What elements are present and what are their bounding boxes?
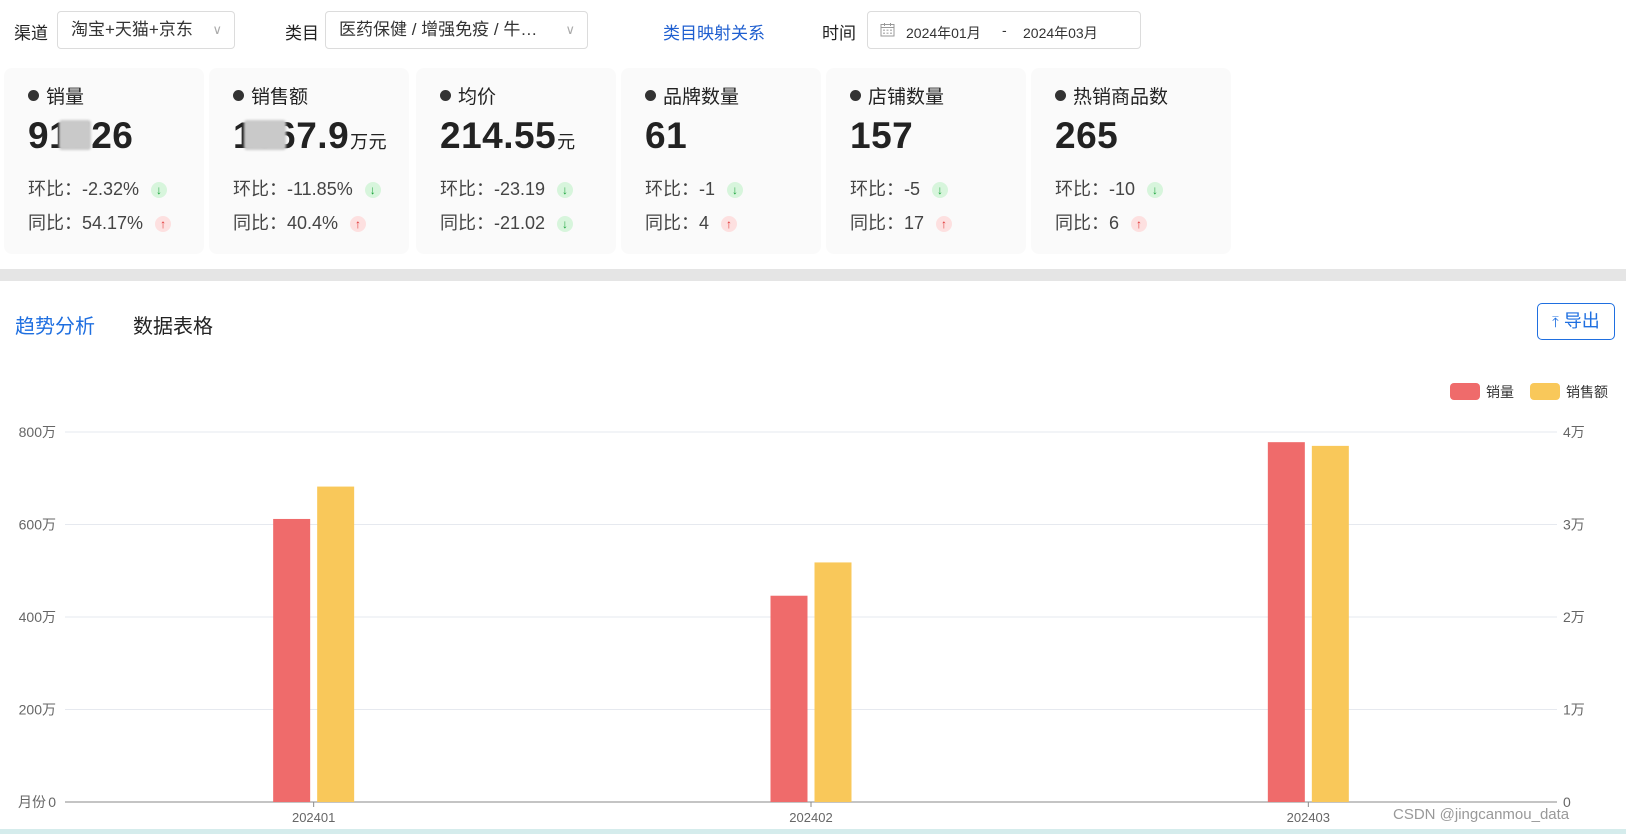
date-end[interactable]: 2024年03月	[1023, 23, 1098, 43]
x-axis-tick-label: 202401	[292, 810, 335, 825]
bar-sales-volume	[770, 595, 808, 802]
section-divider	[0, 269, 1626, 281]
category-value: 医药保健 / 增强免疫 / 牛…	[339, 20, 538, 39]
arrow-down-icon: ↓	[151, 182, 168, 198]
x-axis-tick-label: 202403	[1287, 810, 1330, 825]
export-label: 导出	[1563, 311, 1600, 331]
kpi-yoy: 同比：54.17%	[28, 213, 144, 233]
kpi-value: 157	[850, 115, 914, 156]
date-start[interactable]: 2024年01月	[906, 23, 981, 43]
kpi-title: 品牌数量	[663, 87, 740, 108]
arrow-up-icon: ↑	[350, 216, 367, 232]
export-button[interactable]: ⤒ 导出	[1537, 303, 1615, 340]
kpi-card-sales-volume: 销量 91726 环比：-2.32%↓ 同比：54.17%↑	[4, 68, 204, 254]
kpi-mom: 环比：-10	[1055, 179, 1136, 199]
kpi-yoy: 同比：40.4%	[233, 213, 339, 233]
bullet-icon	[1055, 90, 1066, 101]
kpi-mom: 环比：-23.19	[440, 179, 546, 199]
kpi-title: 销量	[46, 87, 85, 108]
arrow-down-icon: ↓	[1147, 182, 1164, 198]
bar-sales-amount	[317, 486, 355, 802]
kpi-yoy: 同比：17	[850, 213, 925, 233]
legend-item-sales-amount[interactable]: 销售额	[1530, 382, 1608, 402]
tab-trend-analysis[interactable]: 趋势分析	[15, 310, 95, 339]
arrow-down-icon: ↓	[557, 216, 574, 232]
channel-select[interactable]: 淘宝+天猫+京东 ∨	[57, 11, 235, 49]
kpi-yoy: 同比：6	[1055, 213, 1120, 233]
chevron-down-icon: ∨	[565, 22, 575, 37]
category-select[interactable]: 医药保健 / 增强免疫 / 牛… ∨	[325, 11, 588, 49]
kpi-value: 214.55	[440, 115, 557, 156]
kpi-mom: 环比：-1	[645, 179, 716, 199]
upload-icon: ⤒	[1552, 314, 1559, 331]
time-label: 时间	[822, 24, 856, 43]
legend-item-sales-volume[interactable]: 销量	[1450, 382, 1514, 402]
x-axis-tick-label: 202402	[789, 810, 832, 825]
kpi-value: 61	[645, 115, 688, 156]
kpi-unit: 万元	[350, 132, 388, 152]
bar-sales-volume	[1267, 442, 1305, 802]
arrow-down-icon: ↓	[727, 182, 744, 198]
legend-swatch	[1530, 383, 1560, 400]
right-axis-tick-label: 4万	[1563, 424, 1585, 440]
kpi-value: 265	[1055, 115, 1119, 156]
kpi-mom: 环比：-11.85%	[233, 179, 353, 199]
kpi-title: 店铺数量	[868, 87, 945, 108]
right-axis-tick-label: 2万	[1563, 609, 1585, 625]
x-axis-label: 月份	[18, 794, 46, 810]
arrow-up-icon: ↑	[936, 216, 953, 232]
arrow-up-icon: ↑	[155, 216, 172, 232]
channel-label: 渠道	[14, 24, 48, 43]
kpi-card-avg-price: 均价 214.55元 环比：-23.19 ↓ 同比：-21.02 ↓	[416, 68, 616, 254]
chevron-down-icon: ∨	[212, 22, 222, 37]
kpi-title: 销售额	[251, 87, 309, 108]
bullet-icon	[850, 90, 861, 101]
trend-bar-chart: 0 0200万 1万400万 2万600万 3万800万 4万月份202401 202402…	[18, 424, 1585, 825]
kpi-card-sales-amount: 销售额 1667.9万元 环比：-11.85% ↓ 同比：40.4% ↑	[209, 68, 409, 254]
left-axis-tick-label: 200万	[19, 702, 56, 718]
kpi-card-hot-products: 热销商品数 265 环比：-10 ↓ 同比：6 ↑	[1031, 68, 1231, 254]
bottom-strip	[0, 829, 1626, 834]
legend-label: 销量	[1486, 384, 1514, 400]
kpi-card-shop-count: 店铺数量 157 环比：-5 ↓ 同比：17 ↑	[826, 68, 1026, 254]
date-range-picker[interactable]: 2024年01月 - 2024年03月	[867, 11, 1141, 49]
arrow-down-icon: ↓	[557, 182, 574, 198]
tab-data-table[interactable]: 数据表格	[133, 310, 213, 339]
kpi-yoy: 同比：-21.02	[440, 213, 546, 233]
category-label: 类目	[285, 24, 319, 43]
privacy-blur	[59, 120, 91, 150]
arrow-down-icon: ↓	[932, 182, 949, 198]
bar-sales-amount	[814, 562, 852, 802]
category-mapping-link[interactable]: 类目映射关系	[663, 19, 765, 44]
date-separator: -	[1002, 22, 1007, 38]
arrow-down-icon: ↓	[364, 182, 381, 198]
kpi-title: 均价	[458, 87, 497, 108]
bullet-icon	[645, 90, 656, 101]
kpi-mom: 环比：-2.32%	[28, 179, 140, 199]
kpi-title: 热销商品数	[1073, 87, 1169, 108]
bar-sales-amount	[1311, 445, 1349, 802]
kpi-card-brand-count: 品牌数量 61 环比：-1 ↓ 同比：4 ↑	[621, 68, 821, 254]
privacy-blur	[244, 120, 286, 150]
arrow-up-icon: ↑	[1131, 216, 1148, 232]
kpi-mom: 环比：-5	[850, 179, 921, 199]
legend-label: 销售额	[1566, 384, 1608, 400]
bullet-icon	[233, 90, 244, 101]
right-axis-tick-label: 3万	[1563, 517, 1585, 533]
kpi-yoy: 同比：4	[645, 213, 710, 233]
arrow-up-icon: ↑	[721, 216, 738, 232]
left-axis-tick-label: 400万	[19, 609, 56, 625]
bar-sales-volume	[273, 518, 311, 802]
left-axis-tick-label: 800万	[19, 424, 56, 440]
legend-swatch	[1450, 383, 1480, 400]
right-axis-tick-label: 1万	[1563, 702, 1585, 718]
bullet-icon	[440, 90, 451, 101]
kpi-unit: 元	[557, 132, 576, 152]
bullet-icon	[28, 90, 39, 101]
left-axis-tick-label: 600万	[19, 517, 56, 533]
left-axis-tick-label: 0	[48, 794, 56, 810]
channel-value: 淘宝+天猫+京东	[71, 20, 193, 39]
watermark: CSDN @jingcanmou_data	[1393, 806, 1570, 823]
calendar-icon	[880, 23, 895, 37]
